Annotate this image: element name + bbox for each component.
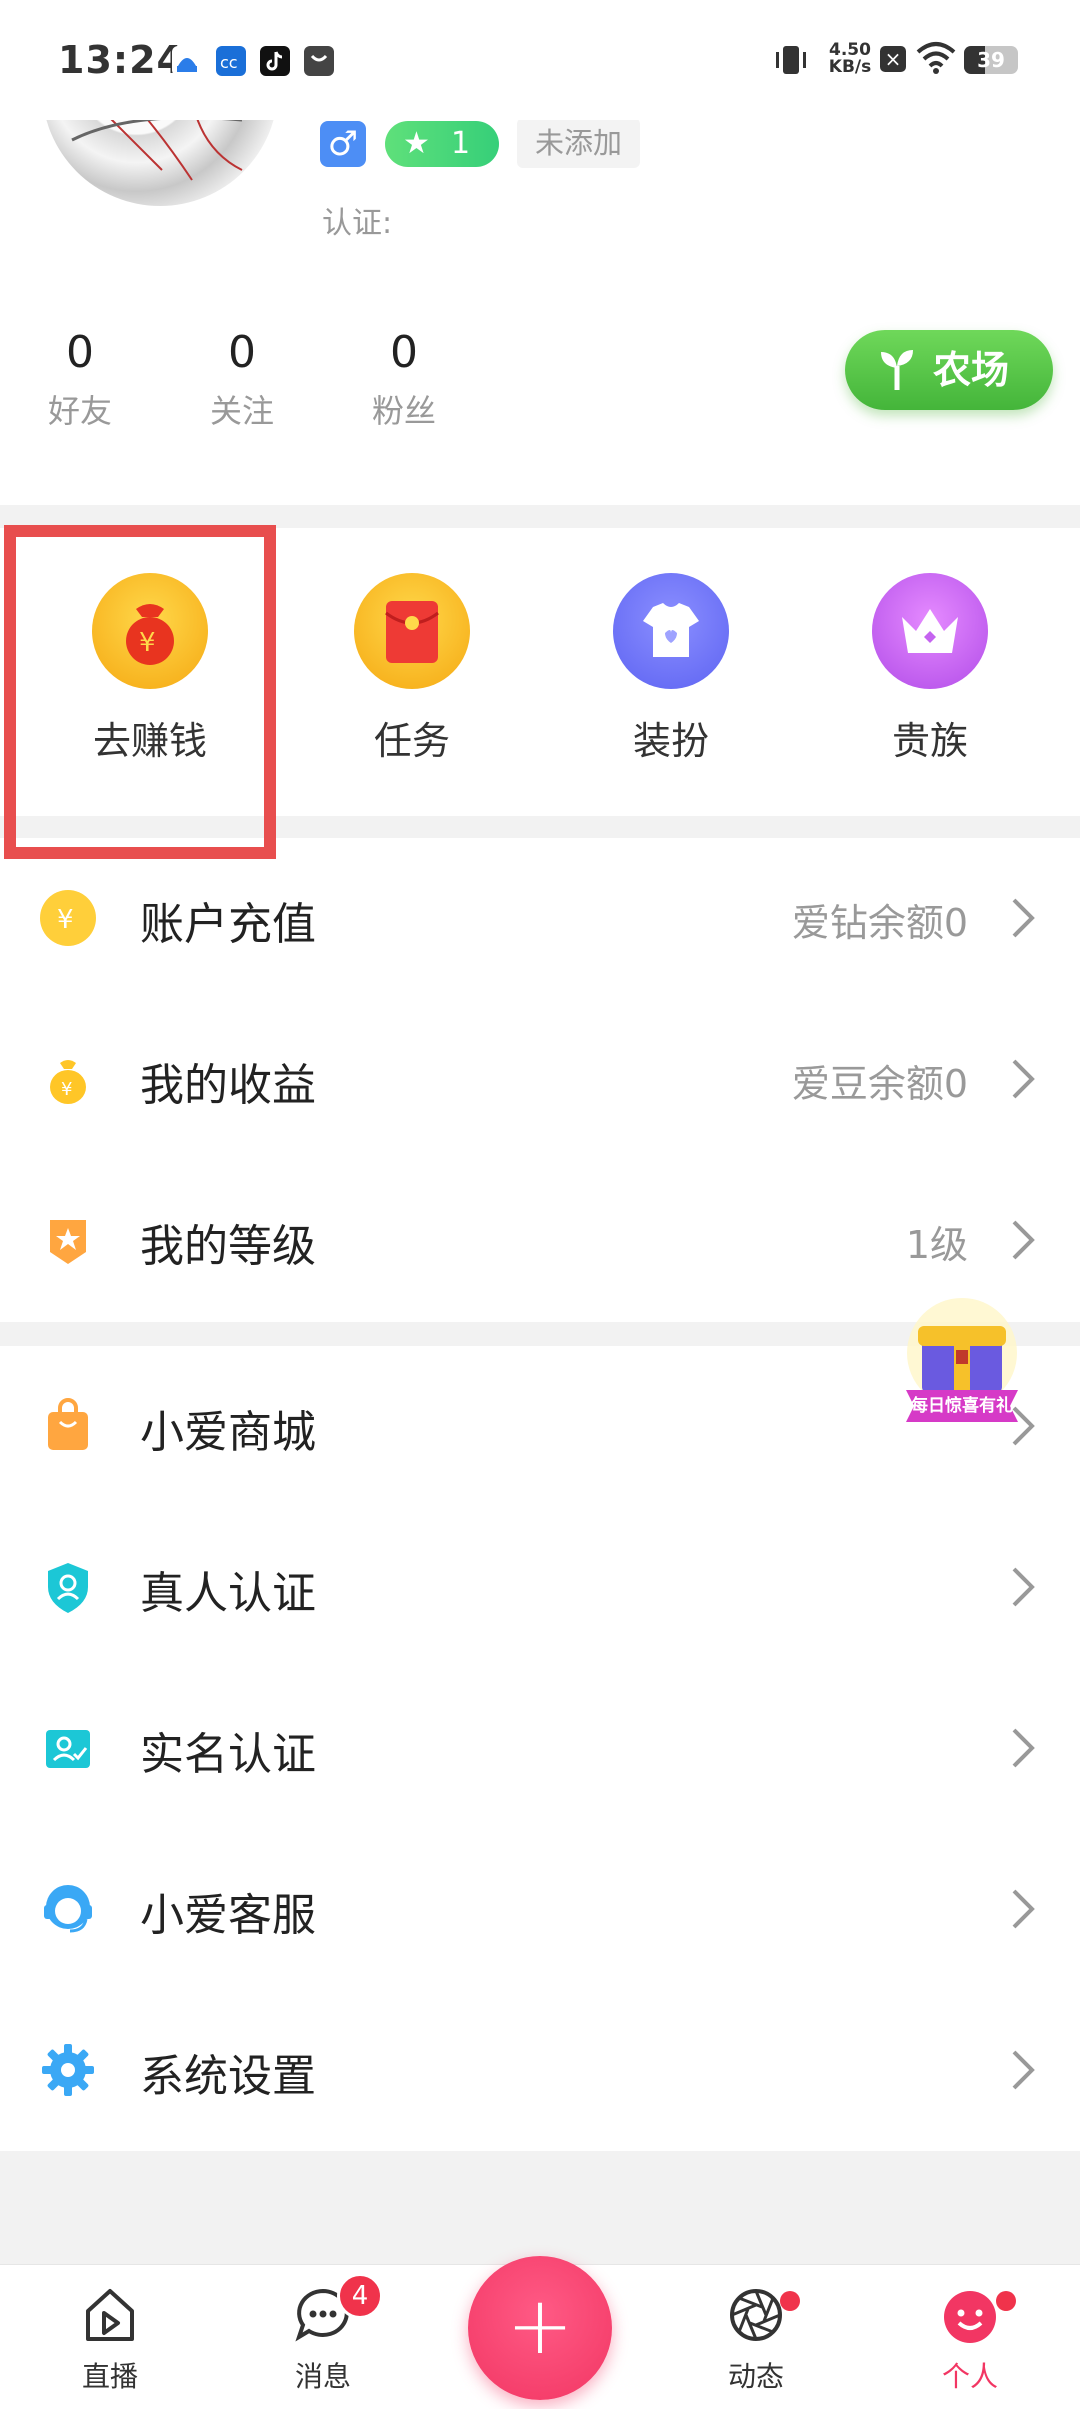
menu-item-realname-verify[interactable]: 实名认证 xyxy=(0,1668,1080,1829)
farm-button[interactable]: 农场 xyxy=(845,330,1053,410)
vibrate-icon xyxy=(772,40,810,84)
quick-tasks[interactable]: 任务 xyxy=(282,528,542,816)
crown-icon xyxy=(872,573,988,689)
chevron-right-icon xyxy=(1002,1883,1042,1935)
tag-chip[interactable]: 未添加 xyxy=(517,118,641,168)
star-icon: ★ xyxy=(403,126,430,161)
gender-male-badge: ♂ xyxy=(320,121,366,167)
stat-value: 0 xyxy=(390,327,418,378)
quick-label: 任务 xyxy=(373,719,450,763)
stat-value: 0 xyxy=(66,327,94,378)
menu-group-account: ¥ 账户充值 爱钻余额0 ¥ 我的收益 爱豆余额0 我的等级 1级 xyxy=(0,838,1080,1322)
menu-item-customer-service[interactable]: 小爱客服 xyxy=(0,1829,1080,1990)
quick-nobility[interactable]: 贵族 xyxy=(800,528,1060,816)
daily-gift-floating-button[interactable]: 每日惊喜有礼 xyxy=(892,1298,1032,1428)
unread-badge: 4 xyxy=(337,2273,383,2319)
level-badge: ★ 1 xyxy=(385,121,499,167)
yuan-coin-icon: ¥ xyxy=(40,890,96,946)
svg-text:cc: cc xyxy=(220,53,238,72)
money-bag-icon: ¥ xyxy=(40,1051,96,1107)
menu-item-settings[interactable]: 系统设置 xyxy=(0,1990,1080,2151)
red-envelope-icon xyxy=(354,573,470,689)
quick-label: 贵族 xyxy=(891,719,968,763)
status-bar: 13:24 cc 4.50 KB/s × 39 xyxy=(0,0,1080,120)
battery-icon: 39 xyxy=(964,46,1018,74)
tiktok-icon xyxy=(260,46,290,76)
notification-dot xyxy=(780,2291,800,2311)
quick-label: 装扮 xyxy=(632,719,709,763)
nav-tab-messages[interactable]: 4 消息 xyxy=(243,2265,403,2409)
wifi-icon xyxy=(916,40,956,80)
stat-label: 关注 xyxy=(209,392,274,430)
stat-fans[interactable]: 0 粉丝 xyxy=(344,325,464,435)
customer-service-icon xyxy=(40,1881,96,1937)
app-notification-icon xyxy=(172,46,202,76)
gift-banner-label: 每日惊喜有礼 xyxy=(911,1396,1013,1416)
highlight-box xyxy=(4,525,276,859)
svg-text:¥: ¥ xyxy=(61,1079,72,1100)
smiley-face-icon xyxy=(940,2285,1000,2345)
chevron-right-icon xyxy=(1002,1053,1042,1105)
app-notification-icon xyxy=(304,46,334,76)
app-notification-icon: cc xyxy=(216,46,246,76)
stat-following[interactable]: 0 关注 xyxy=(182,325,302,435)
create-post-button[interactable]: + xyxy=(468,2256,612,2400)
nav-tab-me[interactable]: 个人 xyxy=(890,2265,1050,2409)
stat-value: 0 xyxy=(228,327,256,378)
chevron-right-icon xyxy=(1002,1722,1042,1774)
notification-dot xyxy=(996,2291,1016,2311)
sprout-icon xyxy=(877,330,917,439)
live-play-icon xyxy=(80,2285,140,2345)
menu-item-recharge[interactable]: ¥ 账户充值 爱钻余额0 xyxy=(0,838,1080,999)
status-time: 13:24 xyxy=(58,38,184,82)
menu-item-level[interactable]: 我的等级 1级 xyxy=(0,1160,1080,1321)
verified-shield-icon xyxy=(40,1559,96,1615)
nav-tab-live[interactable]: 直播 xyxy=(30,2265,190,2409)
level-badge-icon xyxy=(40,1212,96,1268)
menu-group-services: 小爱商城 真人认证 实名认证 小爱客服 系统设置 xyxy=(0,1346,1080,2151)
chevron-right-icon xyxy=(1002,1561,1042,1613)
certification-label: 认证: xyxy=(322,206,393,241)
svg-text:¥: ¥ xyxy=(57,905,74,935)
nav-tab-moments[interactable]: 动态 xyxy=(676,2265,836,2409)
menu-item-earnings[interactable]: ¥ 我的收益 爱豆余额0 xyxy=(0,999,1080,1160)
stat-label: 粉丝 xyxy=(371,392,436,430)
aperture-icon xyxy=(726,2285,786,2345)
id-card-icon xyxy=(40,1720,96,1776)
gear-icon xyxy=(40,2042,96,2098)
chevron-right-icon xyxy=(1002,892,1042,944)
stat-label: 好友 xyxy=(47,392,112,430)
menu-item-real-person-verify[interactable]: 真人认证 xyxy=(0,1507,1080,1668)
chevron-right-icon xyxy=(1002,1214,1042,1266)
shopping-bag-icon xyxy=(40,1398,96,1454)
stat-friends[interactable]: 0 好友 xyxy=(20,325,140,435)
quick-dress-up[interactable]: 装扮 xyxy=(541,528,801,816)
tshirt-icon xyxy=(613,573,729,689)
no-sim-icon: × xyxy=(880,46,906,72)
network-speed: 4.50 KB/s xyxy=(828,40,872,77)
chevron-right-icon xyxy=(1002,2044,1042,2096)
